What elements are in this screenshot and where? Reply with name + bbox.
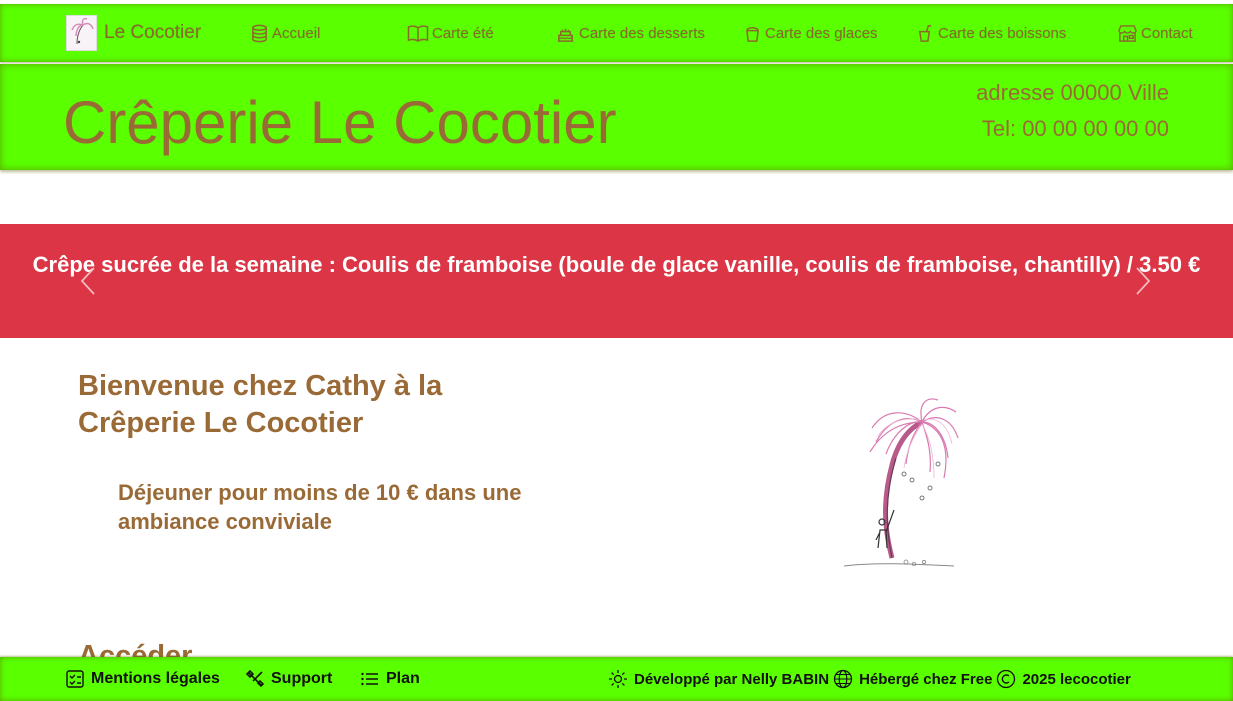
legal-mentions-link[interactable]: Mentions légales — [65, 657, 220, 701]
copyright-text: 2025 lecocotier — [1022, 670, 1131, 688]
plan-link[interactable]: Plan — [360, 657, 420, 701]
site-title: Crêperie Le Cocotier — [63, 89, 617, 156]
palm-tree-illustration — [843, 398, 959, 567]
plan-label: Plan — [386, 670, 420, 687]
chevron-right-icon — [1136, 267, 1151, 295]
brand-label: Le Cocotier — [104, 22, 202, 43]
welcome-subheading: Déjeuner pour moins de 10 € dans une amb… — [118, 480, 522, 534]
support-label: Support — [271, 670, 333, 687]
welcome-heading: Bienvenue chez Cathy à la Crêperie Le Co… — [78, 370, 443, 439]
nav-accueil[interactable]: Accueil — [250, 4, 320, 62]
shop-icon — [1118, 24, 1137, 42]
nav-carte-ete-label: Carte été — [432, 24, 494, 42]
address-text: adresse 00000 Ville — [976, 80, 1169, 105]
bucket-icon — [746, 26, 759, 42]
copyright-icon — [997, 669, 1016, 689]
footer-credits: Développé par Nelly BABIN Hébergé chez F… — [604, 657, 1131, 701]
nav-contact-label: Contact — [1141, 24, 1193, 42]
top-navbar: Le Cocotier Accueil Carte été Carte des … — [0, 4, 1233, 62]
developer-credit: Développé par Nelly BABIN — [634, 670, 830, 688]
carousel-next-button[interactable] — [1131, 264, 1155, 298]
footer-bar: Mentions légales Support Plan Développé … — [0, 657, 1233, 701]
chevron-left-icon — [80, 267, 95, 295]
phone-text: Tel: 00 00 00 00 00 — [981, 116, 1169, 141]
support-link[interactable]: Support — [245, 657, 332, 701]
nav-accueil-label: Accueil — [272, 24, 321, 42]
nav-carte-boissons[interactable]: Carte des boissons — [916, 4, 1066, 62]
hosting-credit: Hébergé chez Free — [859, 670, 993, 688]
weekly-crepe-carousel: Crêpe sucrée de la semaine : Coulis de f… — [0, 224, 1233, 338]
book-icon — [407, 24, 429, 42]
cake-icon — [557, 28, 574, 42]
brand-link[interactable]: Le Cocotier — [66, 4, 201, 62]
nav-carte-desserts[interactable]: Carte des desserts — [555, 4, 705, 62]
globe-icon — [833, 669, 853, 689]
nav-carte-desserts-label: Carte des desserts — [579, 24, 705, 42]
list-icon — [361, 672, 378, 686]
nav-carte-glaces-label: Carte des glaces — [765, 24, 878, 42]
nav-carte-boissons-label: Carte des boissons — [938, 24, 1067, 42]
weekly-crepe-text: Crêpe sucrée de la semaine : Coulis de f… — [32, 252, 1201, 277]
nav-carte-ete[interactable]: Carte été — [407, 4, 494, 62]
nav-contact[interactable]: Contact — [1117, 4, 1193, 62]
cup-straw-icon — [918, 24, 932, 42]
checklist-icon — [66, 670, 84, 688]
sun-icon — [609, 670, 627, 688]
palm-logo-icon — [66, 15, 97, 51]
tools-icon — [245, 669, 265, 688]
database-icon — [252, 24, 267, 42]
legal-mentions-label: Mentions légales — [91, 670, 220, 687]
nav-carte-glaces[interactable]: Carte des glaces — [743, 4, 878, 62]
carousel-prev-button[interactable] — [76, 264, 100, 298]
